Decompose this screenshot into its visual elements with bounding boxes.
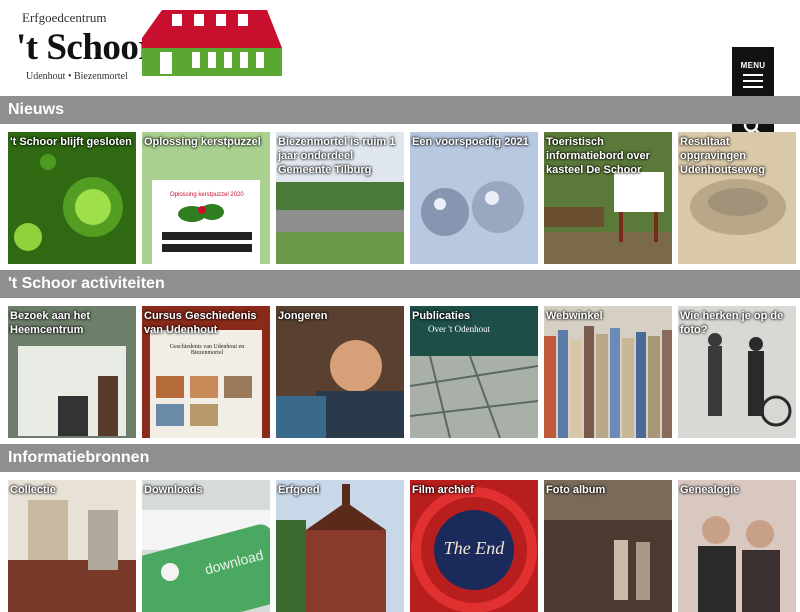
farm-photo-image <box>544 480 672 612</box>
section-heading-nieuws: Nieuws <box>0 96 800 124</box>
tile-title: Bezoek aan het Heemcentrum <box>10 310 91 336</box>
tile-title: Resultaat opgravingen Udenhoutseweg <box>680 136 765 176</box>
activities-row: Bezoek aan het Heemcentrum Geschiedenis … <box>8 306 796 438</box>
source-tile-photo-album[interactable]: Foto album <box>544 480 672 612</box>
tile-title: Genealogie <box>680 484 740 496</box>
tile-title: Publicaties <box>412 310 471 322</box>
news-tile-puzzle[interactable]: Oplossing kerstpuzzel 2020 Oplossing ker… <box>142 132 270 264</box>
news-tile-excavation[interactable]: Resultaat opgravingen Udenhoutseweg <box>678 132 796 264</box>
activity-tile-youth[interactable]: Jongeren <box>276 306 404 438</box>
activity-tile-visit[interactable]: Bezoek aan het Heemcentrum <box>8 306 136 438</box>
book-title-text: Geschiedenis van Udenhout en Biezenmorte… <box>169 344 245 356</box>
tile-title: Toeristisch informatiebord over kasteel … <box>546 136 650 176</box>
film-end-text: The End <box>443 538 505 558</box>
hamburger-icon <box>743 74 763 88</box>
news-row: 't Schoor blijft gesloten Oplossing kers… <box>8 132 796 264</box>
tile-title: Cursus Geschiedenis van Udenhout <box>144 310 257 336</box>
puzzle-caption: Oplossing kerstpuzzel 2020 <box>170 192 244 198</box>
news-tile-closed[interactable]: 't Schoor blijft gesloten <box>8 132 136 264</box>
child-reading-image <box>276 306 404 438</box>
portrait-image <box>678 480 796 612</box>
menu-label: MENU <box>740 61 766 70</box>
christmas-balls-image <box>410 132 538 264</box>
menu-button[interactable]: MENU <box>732 47 774 99</box>
sources-row: Collectie download Downloads Erfgoed The… <box>8 480 796 612</box>
news-tile-info-board[interactable]: Toeristisch informatiebord over kasteel … <box>544 132 672 264</box>
tile-title: Jongeren <box>278 310 328 322</box>
logo-tagline: Erfgoedcentrum <box>22 10 107 25</box>
tile-title: Foto album <box>546 484 606 496</box>
source-tile-collection[interactable]: Collectie <box>8 480 136 612</box>
activity-tile-photo-quiz[interactable]: Wie herken je op de foto? <box>678 306 796 438</box>
news-tile-new-year[interactable]: Een voorspoedig 2021 <box>410 132 538 264</box>
activity-tile-publications[interactable]: Over 't Odenhout Publicaties <box>410 306 538 438</box>
site-logo[interactable]: Erfgoedcentrum 't Schoor Udenhout • Biez… <box>12 8 282 86</box>
download-key-image <box>142 480 270 612</box>
tile-title: Erfgoed <box>278 484 320 496</box>
books-image <box>544 306 672 438</box>
tile-title: Oplossing kerstpuzzel <box>144 136 261 148</box>
virus-image <box>8 132 136 264</box>
tile-title: Collectie <box>10 484 56 496</box>
publication-title: Over 't Odenhout <box>428 324 491 334</box>
section-heading-activiteiten: 't Schoor activiteiten <box>0 270 800 298</box>
source-tile-film-archive[interactable]: The End Film archief <box>410 480 538 612</box>
puzzle-image <box>142 132 270 264</box>
school-building-logo-icon <box>142 10 282 76</box>
activity-tile-course[interactable]: Geschiedenis van Udenhout en Biezenmorte… <box>142 306 270 438</box>
tile-title: Film archief <box>412 484 474 496</box>
source-tile-heritage[interactable]: Erfgoed <box>276 480 404 612</box>
section-heading-informatiebronnen: Informatiebronnen <box>0 444 800 472</box>
tile-title: Biezenmortel is ruim 1 jaar onderdeel Ge… <box>278 136 396 176</box>
church-image <box>276 480 404 612</box>
source-tile-downloads[interactable]: download Downloads <box>142 480 270 612</box>
news-tile-municipality[interactable]: Biezenmortel is ruim 1 jaar onderdeel Ge… <box>276 132 404 264</box>
logo-subtitle: Udenhout • Biezenmortel <box>26 71 128 82</box>
tile-title: Een voorspoedig 2021 <box>412 136 529 148</box>
tile-title: Downloads <box>144 484 203 496</box>
source-tile-genealogy[interactable]: Genealogie <box>678 480 796 612</box>
tile-title: 't Schoor blijft gesloten <box>10 136 132 148</box>
activity-tile-webshop[interactable]: Webwinkel <box>544 306 672 438</box>
tile-title: Wie herken je op de foto? <box>680 310 784 336</box>
tile-title: Webwinkel <box>546 310 603 322</box>
collection-image <box>8 480 136 612</box>
